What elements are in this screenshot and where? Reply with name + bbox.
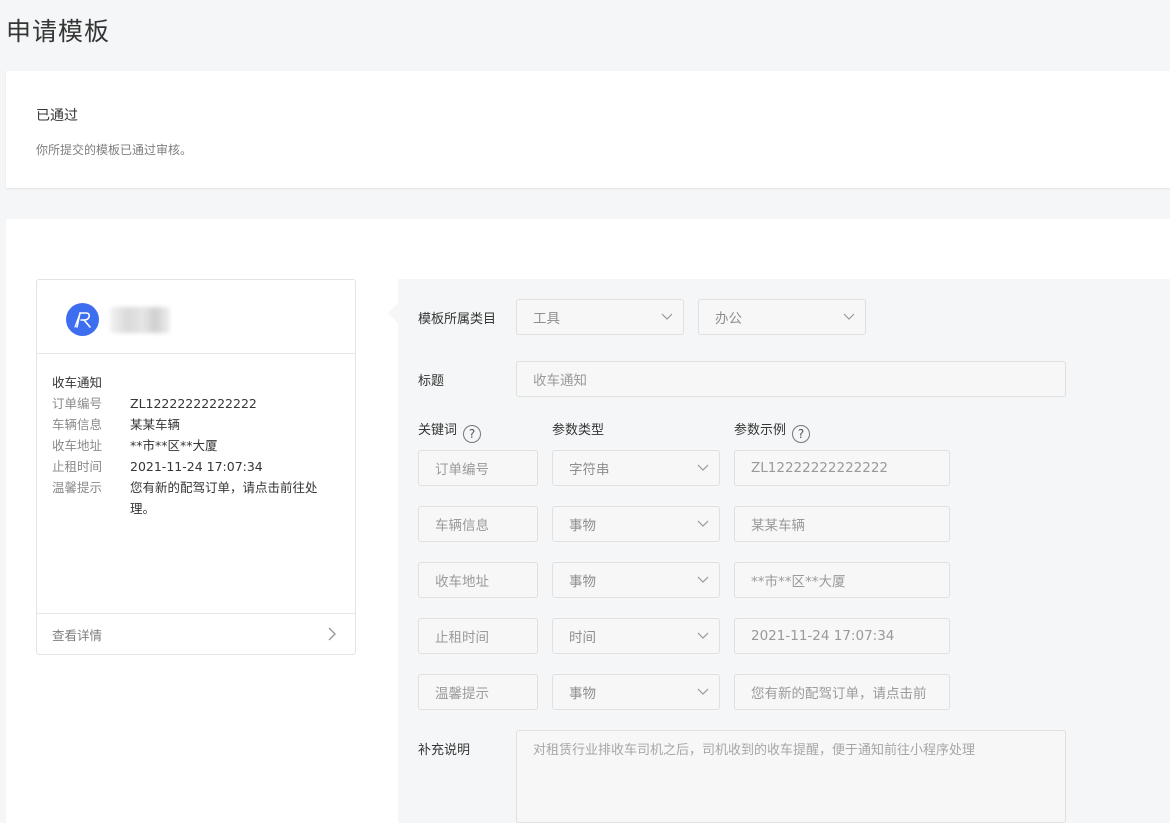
keyword-value: 订单编号 bbox=[435, 462, 489, 478]
supplement-label: 补充说明 bbox=[418, 743, 471, 758]
param-example-value: ZL12222222222222 bbox=[751, 460, 889, 476]
param-example-input[interactable]: 您有新的配驾订单，请点击前 bbox=[734, 674, 950, 710]
keyword-header: 关键词? bbox=[418, 419, 482, 443]
panel-pointer bbox=[388, 303, 398, 323]
preview-row-label: 温馨提示 bbox=[52, 480, 103, 495]
preview-row-label: 止租时间 bbox=[52, 459, 103, 474]
title-label: 标题 bbox=[418, 374, 445, 389]
keyword-input[interactable]: 温馨提示 bbox=[418, 674, 538, 710]
param-example-header: 参数示例? bbox=[734, 419, 811, 443]
param-type-select[interactable]: 事物 bbox=[552, 562, 720, 598]
preview-header bbox=[37, 280, 355, 354]
chevron-down-icon bbox=[697, 576, 709, 583]
template-detail-card: 收车通知 订单编号 ZL12222222222222 车辆信息 某某车辆 收车地… bbox=[6, 219, 1170, 823]
param-example-input[interactable]: **市**区**大厦 bbox=[734, 562, 950, 598]
preview-row-label: 订单编号 bbox=[52, 396, 103, 411]
question-circle-icon[interactable]: ? bbox=[792, 425, 811, 443]
status-description: 你所提交的模板已通过审核。 bbox=[36, 143, 193, 157]
param-example-header-label: 参数示例 bbox=[734, 423, 787, 438]
param-type-header: 参数类型 bbox=[552, 423, 605, 438]
param-type-value: 事物 bbox=[569, 518, 596, 534]
keyword-input[interactable]: 订单编号 bbox=[418, 450, 538, 486]
chevron-down-icon bbox=[661, 313, 673, 320]
preview-row-value: **市**区**大厦 bbox=[130, 438, 218, 453]
category-primary-value: 工具 bbox=[533, 311, 560, 327]
message-preview: 收车通知 订单编号 ZL12222222222222 车辆信息 某某车辆 收车地… bbox=[36, 279, 356, 655]
keyword-value: 温馨提示 bbox=[435, 686, 489, 702]
keyword-input[interactable]: 止租时间 bbox=[418, 618, 538, 654]
view-details-link[interactable]: 查看详情 bbox=[37, 613, 355, 654]
account-name-redacted bbox=[110, 307, 170, 333]
question-circle-icon[interactable]: ? bbox=[463, 425, 482, 443]
category-label: 模板所属类目 bbox=[418, 312, 497, 327]
view-details-label: 查看详情 bbox=[52, 628, 103, 643]
status-title: 已通过 bbox=[36, 108, 78, 124]
supplement-value: 对租赁行业排收车司机之后，司机收到的收车提醒，便于通知前往小程序处理 bbox=[533, 743, 976, 758]
brand-logo-icon bbox=[66, 303, 99, 336]
chevron-down-icon bbox=[697, 520, 709, 527]
param-example-value: 某某车辆 bbox=[751, 518, 805, 534]
status-card: 已通过 你所提交的模板已通过审核。 bbox=[6, 71, 1170, 188]
param-example-input[interactable]: 2021-11-24 17:07:34 bbox=[734, 618, 950, 654]
title-input[interactable]: 收车通知 bbox=[516, 361, 1066, 397]
chevron-down-icon bbox=[843, 313, 855, 320]
page-title: 申请模板 bbox=[6, 17, 111, 46]
title-input-value: 收车通知 bbox=[533, 373, 587, 389]
preview-title: 收车通知 bbox=[52, 375, 103, 390]
preview-row: 收车地址 **市**区**大厦 bbox=[52, 435, 342, 456]
chevron-down-icon bbox=[697, 464, 709, 471]
keyword-header-label: 关键词 bbox=[418, 423, 458, 438]
preview-row-value: 2021-11-24 17:07:34 bbox=[130, 459, 263, 474]
param-type-select[interactable]: 时间 bbox=[552, 618, 720, 654]
preview-row: 订单编号 ZL12222222222222 bbox=[52, 393, 342, 414]
preview-row: 车辆信息 某某车辆 bbox=[52, 414, 342, 435]
preview-row-value: 您有新的配驾订单，请点击前往处理。 bbox=[130, 480, 318, 516]
category-secondary-select[interactable]: 办公 bbox=[698, 299, 866, 335]
preview-row-label: 收车地址 bbox=[52, 438, 103, 453]
category-primary-select[interactable]: 工具 bbox=[516, 299, 684, 335]
param-example-value: 2021-11-24 17:07:34 bbox=[751, 628, 895, 644]
param-type-value: 事物 bbox=[569, 686, 596, 702]
keyword-value: 收车地址 bbox=[435, 574, 489, 590]
keyword-value: 车辆信息 bbox=[435, 518, 489, 534]
keyword-input[interactable]: 收车地址 bbox=[418, 562, 538, 598]
keyword-input[interactable]: 车辆信息 bbox=[418, 506, 538, 542]
param-type-select[interactable]: 事物 bbox=[552, 506, 720, 542]
preview-row: 温馨提示 您有新的配驾订单，请点击前往处理。 bbox=[52, 477, 342, 519]
preview-row-value: ZL12222222222222 bbox=[130, 396, 257, 411]
template-form: 模板所属类目 工具 办公 标题 收车通知 关键词? 参数类型 参数示例? 订单编… bbox=[388, 279, 1170, 823]
preview-row-value: 某某车辆 bbox=[130, 417, 181, 432]
chevron-right-icon bbox=[328, 627, 336, 641]
preview-body: 收车通知 订单编号 ZL12222222222222 车辆信息 某某车辆 收车地… bbox=[52, 372, 342, 519]
param-example-value: 您有新的配驾订单，请点击前 bbox=[751, 686, 927, 702]
chevron-down-icon bbox=[697, 688, 709, 695]
category-secondary-value: 办公 bbox=[715, 311, 742, 327]
chevron-down-icon bbox=[697, 632, 709, 639]
param-type-select[interactable]: 字符串 bbox=[552, 450, 720, 486]
param-type-value: 事物 bbox=[569, 574, 596, 590]
preview-row-label: 车辆信息 bbox=[52, 417, 103, 432]
param-type-select[interactable]: 事物 bbox=[552, 674, 720, 710]
param-example-input[interactable]: ZL12222222222222 bbox=[734, 450, 950, 486]
preview-row: 止租时间 2021-11-24 17:07:34 bbox=[52, 456, 342, 477]
param-example-value: **市**区**大厦 bbox=[751, 574, 846, 590]
supplement-textarea[interactable]: 对租赁行业排收车司机之后，司机收到的收车提醒，便于通知前往小程序处理 bbox=[516, 730, 1066, 823]
keyword-value: 止租时间 bbox=[435, 630, 489, 646]
param-example-input[interactable]: 某某车辆 bbox=[734, 506, 950, 542]
param-type-value: 时间 bbox=[569, 630, 596, 646]
param-type-value: 字符串 bbox=[569, 462, 610, 478]
